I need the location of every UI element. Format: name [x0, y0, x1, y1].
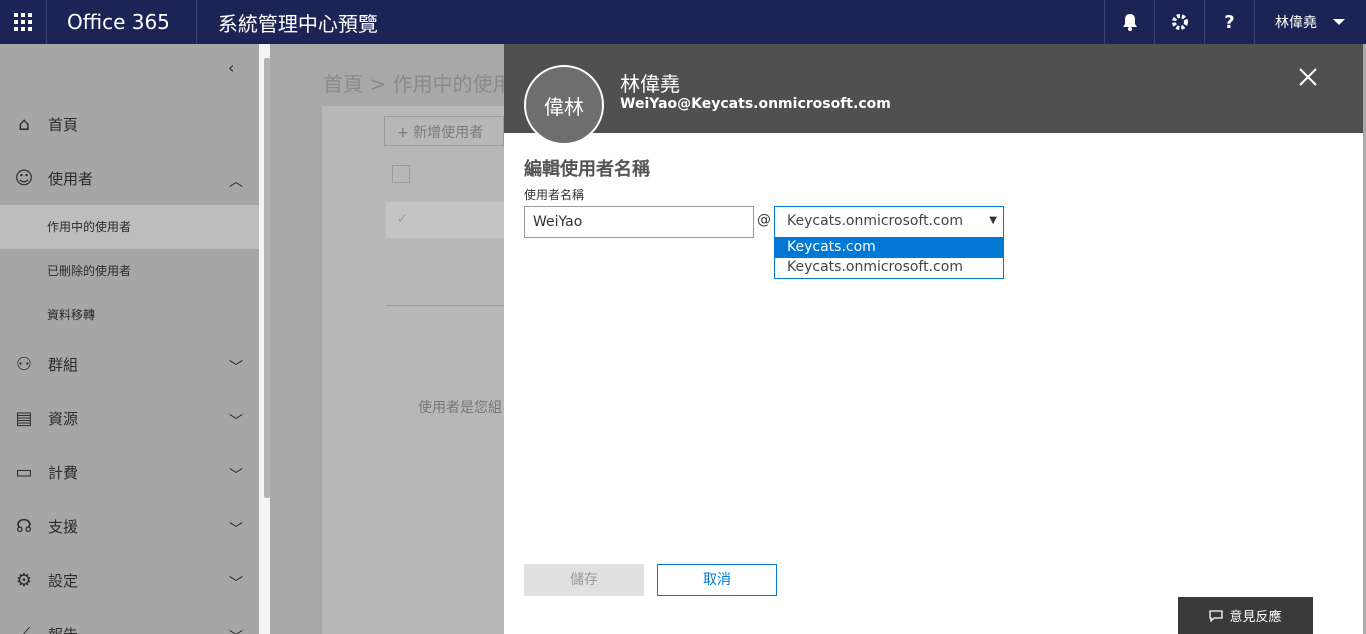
domain-option[interactable]: Keycats.com [775, 238, 1003, 258]
resources-icon: ▤ [15, 407, 33, 429]
sidebar-item-label: 使用者 [48, 169, 94, 188]
collapse-sidebar-button[interactable]: ‹ [228, 58, 234, 77]
chevron-left-icon: ‹ [228, 58, 235, 77]
billing-icon: ▭ [15, 461, 33, 483]
gear-icon: ⚙ [15, 569, 33, 591]
sidebar-item-label: 資源 [48, 409, 79, 428]
comment-icon [1209, 609, 1224, 622]
user-display-name: 林偉堯 [620, 72, 680, 96]
at-symbol: @ [757, 212, 771, 228]
settings-button[interactable] [1154, 0, 1204, 44]
add-user-label: 新增使用者 [413, 125, 484, 141]
sidebar-scrollbar[interactable] [264, 58, 270, 498]
sidebar-item-groups[interactable]: ⚇ 群組 ﹀ [0, 337, 259, 391]
divider [386, 305, 506, 306]
chevron-down-icon: ﹀ [229, 576, 243, 592]
avatar: 偉林 [524, 65, 604, 145]
bell-icon [1122, 14, 1137, 31]
waffle-icon [14, 13, 32, 31]
sidebar-item-reports[interactable]: ⟋ 報告 ﹀ [0, 607, 259, 634]
brand-link[interactable]: Office 365 [47, 0, 197, 44]
chevron-down-icon: ﹀ [229, 468, 243, 484]
username-label: 使用者名稱 [524, 188, 585, 202]
username-input[interactable] [524, 206, 754, 238]
row-check-icon[interactable]: ✓ [397, 212, 408, 227]
home-icon: ⌂ [18, 113, 30, 135]
domain-selected-value: Keycats.onmicrosoft.com [787, 213, 963, 229]
save-button[interactable]: 儲存 [524, 564, 644, 596]
edit-username-panel: 偉林 林偉堯 WeiYao@Keycats.onmicrosoft.com 編輯… [504, 44, 1363, 634]
sidebar-item-settings[interactable]: ⚙ 設定 ﹀ [0, 553, 259, 607]
sidebar-subitem-data-migration[interactable]: 資料移轉 [0, 293, 259, 337]
app-launcher-button[interactable] [0, 0, 47, 44]
dropdown-arrow-icon: ▼ [989, 215, 997, 226]
domain-dropdown-list: Keycats.com Keycats.onmicrosoft.com [774, 238, 1004, 279]
group-icon: ⚇ [15, 353, 33, 375]
reports-icon: ⟋ [17, 623, 31, 634]
domain-option[interactable]: Keycats.onmicrosoft.com [775, 258, 1003, 278]
sidebar-item-users[interactable]: ☺ 使用者 ︿ [0, 151, 259, 205]
user-email: WeiYao@Keycats.onmicrosoft.com [620, 96, 891, 112]
add-user-button[interactable]: + 新增使用者 [384, 116, 504, 146]
question-icon: ? [1224, 11, 1235, 33]
sidebar-item-label: 設定 [48, 571, 79, 590]
sidebar: ‹ ⌂ 首頁 ☺ 使用者 ︿ 作用中的使用者 已刪除的使用者 資料移轉 ⚇ 群組… [0, 44, 259, 634]
sidebar-subitem-deleted-users[interactable]: 已刪除的使用者 [0, 249, 259, 293]
section-title: 編輯使用者名稱 [524, 159, 650, 180]
close-icon [1299, 68, 1317, 86]
domain-select[interactable]: Keycats.onmicrosoft.com ▼ [774, 206, 1004, 238]
sidebar-item-label: 計費 [48, 463, 79, 482]
sidebar-subitem-active-users[interactable]: 作用中的使用者 [0, 205, 259, 249]
feedback-label: 意見反應 [1229, 610, 1282, 625]
select-all-checkbox[interactable] [392, 165, 410, 183]
chevron-down-icon: ﹀ [229, 414, 243, 430]
user-menu[interactable]: 林偉堯 [1254, 0, 1366, 44]
gear-icon [1171, 14, 1188, 30]
sidebar-item-home[interactable]: ⌂ 首頁 [0, 97, 259, 151]
help-button[interactable]: ? [1204, 0, 1254, 44]
person-icon: ☺ [14, 167, 34, 189]
users-card [322, 106, 512, 634]
cancel-button[interactable]: 取消 [657, 564, 777, 596]
breadcrumb: 首頁 > 作用中的使用 [323, 72, 513, 96]
user-name: 林偉堯 [1275, 15, 1317, 31]
sidebar-item-label: 報告 [48, 624, 78, 634]
app-title: 系統管理中心預覽 [217, 11, 378, 36]
chevron-down-icon: ﹀ [229, 522, 243, 538]
chevron-up-icon: ︿ [229, 174, 243, 190]
sidebar-item-label: 首頁 [48, 115, 79, 134]
empty-state-text: 使用者是您組 [418, 400, 502, 416]
top-bar: Office 365 系統管理中心預覽 ? 林偉堯 [0, 0, 1366, 44]
notifications-button[interactable] [1104, 0, 1154, 44]
sidebar-item-label: 支援 [48, 517, 79, 536]
caret-down-icon [1333, 19, 1345, 25]
nav-menu: ⌂ 首頁 ☺ 使用者 ︿ 作用中的使用者 已刪除的使用者 資料移轉 ⚇ 群組 ﹀… [0, 97, 259, 634]
sidebar-item-label: 群組 [48, 355, 79, 374]
sidebar-item-support[interactable]: ☊ 支援 ﹀ [0, 499, 259, 553]
panel-header: 偉林 林偉堯 WeiYao@Keycats.onmicrosoft.com [504, 44, 1363, 145]
chevron-down-icon: ﹀ [229, 627, 243, 634]
sidebar-item-resources[interactable]: ▤ 資源 ﹀ [0, 391, 259, 445]
close-panel-button[interactable] [1299, 64, 1317, 92]
feedback-button[interactable]: 意見反應 [1178, 597, 1313, 634]
sidebar-item-billing[interactable]: ▭ 計費 ﹀ [0, 445, 259, 499]
chevron-down-icon: ﹀ [229, 360, 243, 376]
headset-icon: ☊ [16, 515, 32, 537]
